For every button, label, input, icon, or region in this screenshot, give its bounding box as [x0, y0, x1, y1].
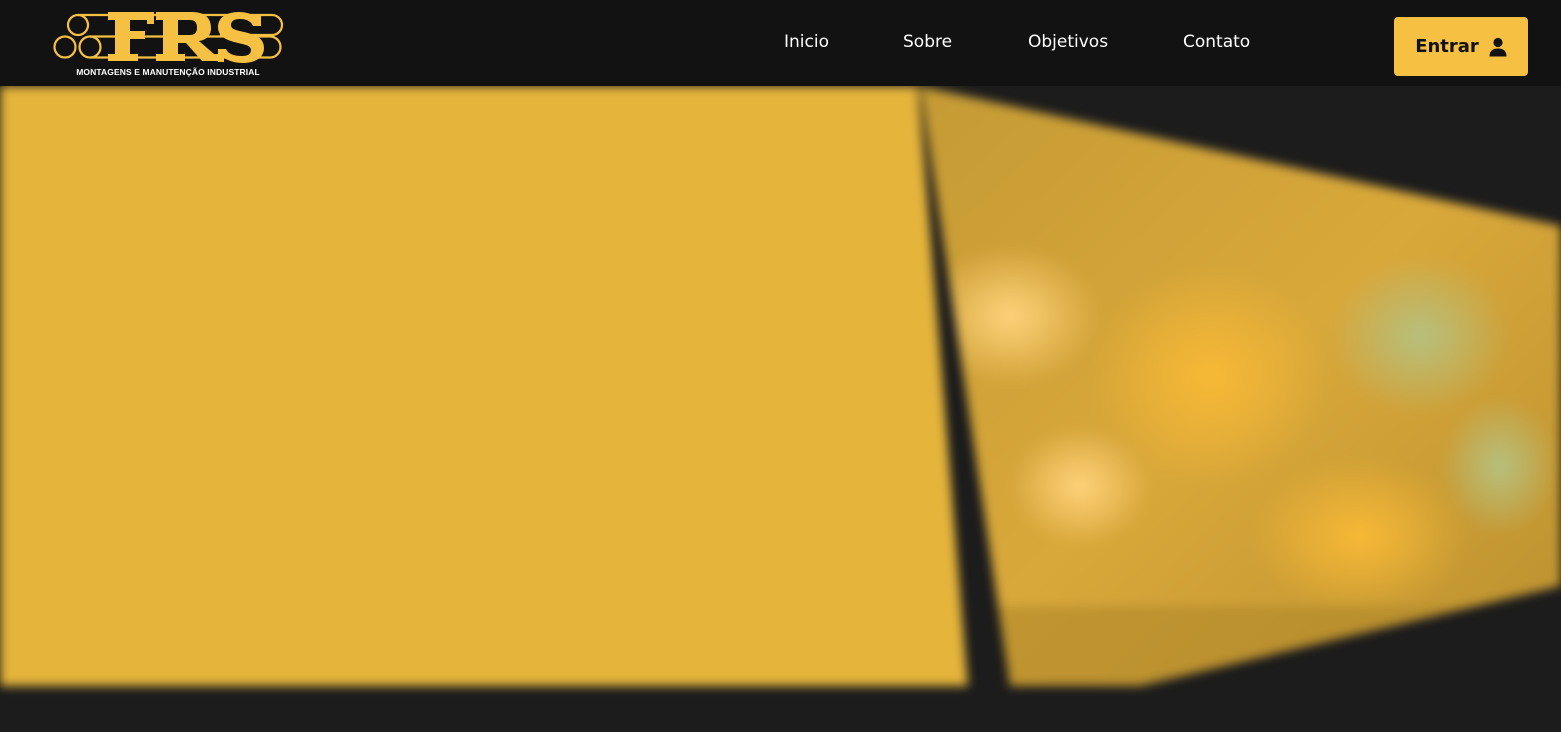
navbar: MONTAGENS E MANUTENÇÃO INDUSTRIAL Inicio… — [0, 0, 1561, 86]
nav-item-objetivos[interactable]: Objetivos — [1028, 32, 1108, 52]
nav-item-inicio[interactable]: Inicio — [784, 32, 829, 52]
main-nav: Inicio Sobre Objetivos Contato — [0, 32, 1561, 56]
login-button-label: Entrar — [1415, 36, 1479, 57]
hero-background — [0, 86, 1561, 732]
brand-tagline: MONTAGENS E MANUTENÇÃO INDUSTRIAL — [76, 67, 260, 77]
hero-section — [0, 86, 1561, 732]
nav-item-sobre[interactable]: Sobre — [903, 32, 952, 52]
user-icon — [1489, 37, 1507, 56]
hero-graphic — [0, 86, 1561, 686]
hero-photo — [920, 86, 1561, 686]
login-button[interactable]: Entrar — [1394, 17, 1528, 76]
nav-item-contato[interactable]: Contato — [1183, 32, 1250, 52]
hero-yellow-panel — [0, 86, 968, 686]
